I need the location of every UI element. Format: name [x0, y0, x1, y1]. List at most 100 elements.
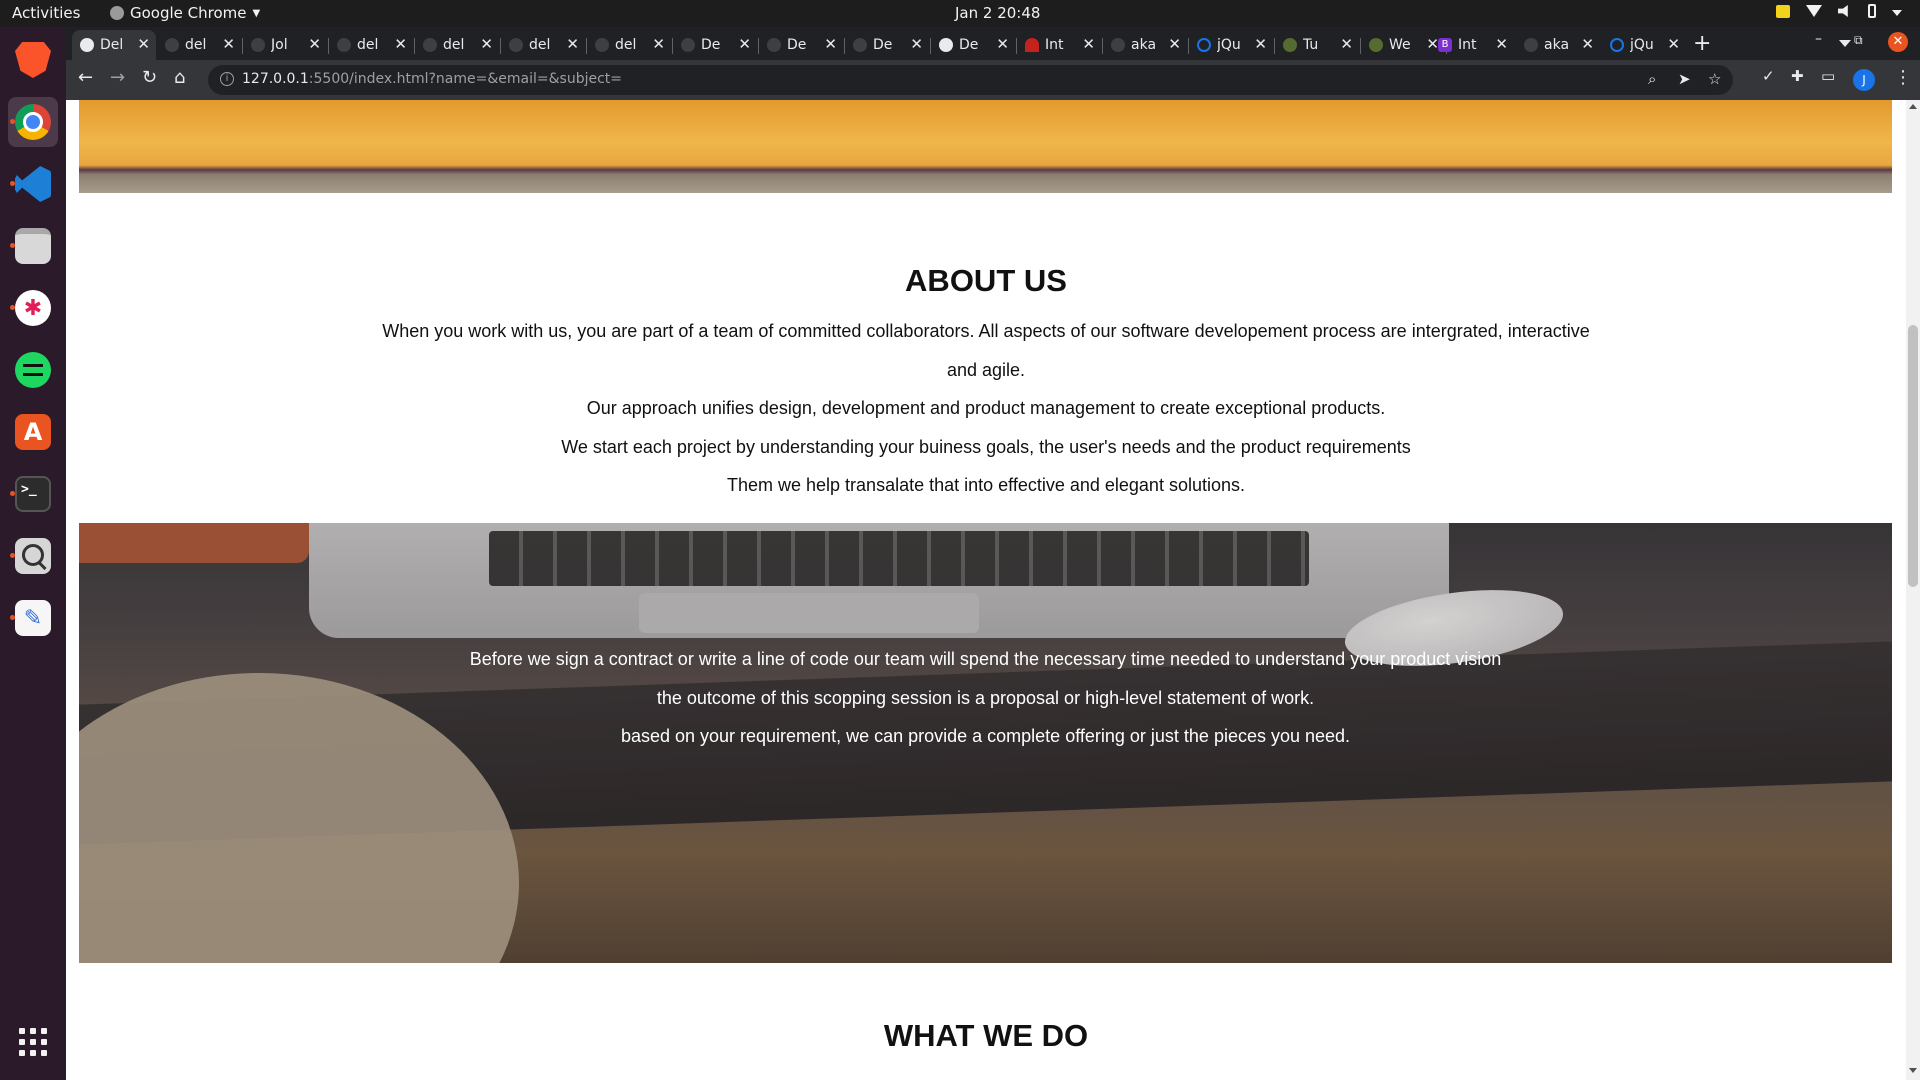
close-tab-icon[interactable]: ✕ — [1168, 35, 1181, 53]
dock-vscode[interactable] — [8, 159, 58, 209]
close-tab-icon[interactable]: ✕ — [308, 35, 321, 53]
dock-show-applications[interactable] — [8, 1017, 58, 1067]
tab[interactable]: del ✕ — [329, 30, 413, 60]
close-tab-icon[interactable]: ✕ — [222, 35, 235, 53]
close-tab-icon[interactable]: ✕ — [738, 35, 751, 53]
dock-spotify[interactable] — [8, 345, 58, 395]
tab[interactable]: del ✕ — [415, 30, 499, 60]
brave-icon — [15, 42, 51, 78]
tab[interactable]: Del ✕ — [72, 30, 156, 60]
cast-icon[interactable]: ▭ — [1821, 67, 1835, 85]
back-icon[interactable]: ← — [78, 67, 93, 88]
tab-title: De — [873, 37, 893, 53]
extensions-puzzle-icon[interactable]: ✚ — [1791, 67, 1804, 85]
system-menu-caret-icon[interactable] — [1892, 9, 1902, 16]
tab[interactable]: Int ✕ — [1017, 30, 1101, 60]
github-icon — [767, 38, 781, 52]
tab-title: aka — [1131, 37, 1155, 53]
tab[interactable]: Tu ✕ — [1275, 30, 1359, 60]
scrollbar-thumb[interactable] — [1908, 325, 1918, 587]
zoom-icon[interactable]: ⌕ — [1648, 70, 1656, 88]
url-text[interactable]: 127.0.0.1:5500/index.html?name=&email=&s… — [242, 71, 622, 87]
caret-down-icon: ▼ — [252, 7, 261, 19]
bookmark-star-icon[interactable]: ☆ — [1708, 70, 1721, 88]
reload-icon[interactable]: ↻ — [142, 67, 157, 88]
dock-files[interactable] — [8, 221, 58, 271]
close-tab-icon[interactable]: ✕ — [1340, 35, 1353, 53]
close-tab-icon[interactable]: ✕ — [137, 35, 150, 53]
scroll-down-arrow-icon[interactable] — [1909, 1068, 1917, 1073]
close-tab-icon[interactable]: ✕ — [910, 35, 923, 53]
close-tab-icon[interactable]: ✕ — [1082, 35, 1095, 53]
close-tab-icon[interactable]: ✕ — [652, 35, 665, 53]
forward-icon[interactable]: → — [110, 67, 125, 88]
address-bar[interactable]: i 127.0.0.1:5500/index.html?name=&email=… — [208, 65, 1733, 95]
tab[interactable]: aka ✕ — [1103, 30, 1187, 60]
notes-icon[interactable] — [1776, 4, 1790, 18]
app-menu-label: Google Chrome — [130, 4, 247, 22]
app-grid-icon — [19, 1028, 47, 1056]
dock-magnifier[interactable] — [8, 531, 58, 581]
tab-title: De — [701, 37, 721, 53]
minimize-button[interactable]: – — [1815, 31, 1822, 47]
dock-text-editor[interactable]: ✎ — [8, 593, 58, 643]
restore-button[interactable]: ⧉ — [1854, 33, 1863, 48]
tab[interactable]: De ✕ — [673, 30, 757, 60]
tab[interactable]: jQu ✕ — [1602, 30, 1686, 60]
profile-avatar[interactable]: J — [1853, 69, 1875, 91]
github-icon — [337, 38, 351, 52]
battery-icon[interactable] — [1868, 4, 1876, 18]
new-tab-button[interactable]: + — [1693, 31, 1711, 56]
about-paragraph: When you work with us, you are part of a… — [382, 321, 1590, 380]
send-icon[interactable]: ➤ — [1678, 70, 1691, 88]
app-menu[interactable]: Google Chrome ▼ — [110, 4, 260, 22]
hero-paragraph: Before we sign a contract or write a lin… — [469, 649, 1502, 669]
menu-kebab-icon[interactable]: ⋮ — [1894, 67, 1912, 88]
close-tab-icon[interactable]: ✕ — [566, 35, 579, 53]
info-icon[interactable]: i — [220, 72, 234, 86]
tab[interactable]: del ✕ — [501, 30, 585, 60]
tab[interactable]: Jol ✕ — [243, 30, 327, 60]
tab[interactable]: del ✕ — [157, 30, 241, 60]
tab-title: jQu — [1630, 37, 1654, 53]
page-scrollbar[interactable] — [1906, 100, 1920, 1080]
chrome-icon — [110, 6, 124, 20]
close-tab-icon[interactable]: ✕ — [394, 35, 407, 53]
tab[interactable]: aka ✕ — [1516, 30, 1600, 60]
close-tab-icon[interactable]: ✕ — [824, 35, 837, 53]
tab[interactable]: del ✕ — [587, 30, 671, 60]
tab-search-icon[interactable] — [1839, 40, 1851, 47]
wifi-icon[interactable] — [1806, 5, 1822, 17]
tab-title: jQu — [1217, 37, 1241, 53]
close-window-button[interactable]: ✕ — [1888, 32, 1908, 52]
tab-title: De — [787, 37, 807, 53]
tab[interactable]: jQu ✕ — [1189, 30, 1273, 60]
home-icon[interactable]: ⌂ — [174, 67, 185, 88]
close-tab-icon[interactable]: ✕ — [1581, 35, 1594, 53]
extension-icon[interactable]: ✓ — [1762, 67, 1775, 85]
activities-button[interactable]: Activities — [12, 4, 80, 22]
clock[interactable]: Jan 2 20:48 — [955, 4, 1040, 22]
close-tab-icon[interactable]: ✕ — [480, 35, 493, 53]
tab-title: Int — [1458, 37, 1477, 53]
scroll-up-arrow-icon[interactable] — [1909, 104, 1917, 109]
workspace-hero-image: Before we sign a contract or write a lin… — [79, 523, 1892, 963]
tab[interactable]: B Int ✕ — [1430, 30, 1514, 60]
tab-title: del — [185, 37, 207, 53]
dock-brave[interactable] — [8, 35, 58, 85]
close-tab-icon[interactable]: ✕ — [1254, 35, 1267, 53]
what-we-do-heading: WHAT WE DO — [883, 1018, 1089, 1053]
dock-chrome[interactable] — [8, 97, 58, 147]
dock-software[interactable]: A — [8, 407, 58, 457]
tab[interactable]: De ✕ — [931, 30, 1015, 60]
close-tab-icon[interactable]: ✕ — [996, 35, 1009, 53]
close-tab-icon[interactable]: ✕ — [1667, 35, 1680, 53]
volume-icon[interactable] — [1838, 5, 1848, 17]
tab[interactable]: De ✕ — [845, 30, 929, 60]
system-tray[interactable] — [1776, 4, 1902, 18]
tab-title: del — [615, 37, 637, 53]
dock-slack[interactable]: ✱ — [8, 283, 58, 333]
close-tab-icon[interactable]: ✕ — [1495, 35, 1508, 53]
tab[interactable]: De ✕ — [759, 30, 843, 60]
dock-terminal[interactable]: >_ — [8, 469, 58, 519]
